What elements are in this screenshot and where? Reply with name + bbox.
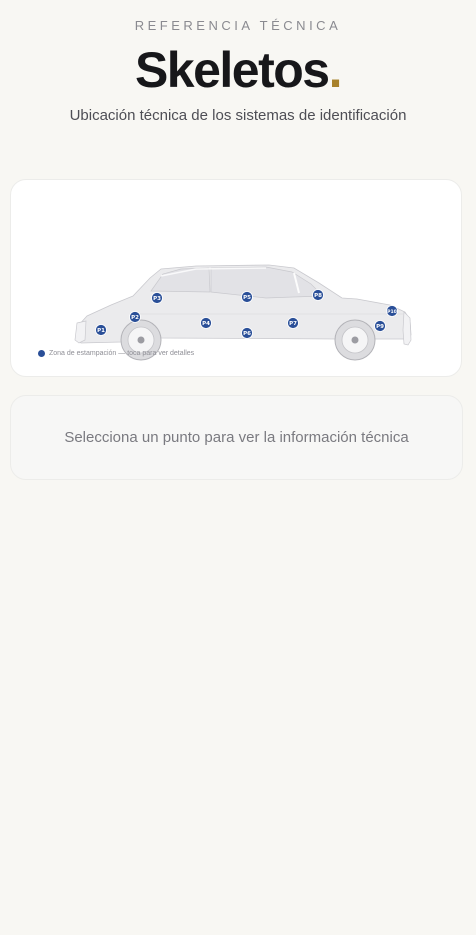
svg-text:P4: P4 — [202, 321, 210, 327]
page-subtitle: Ubicación técnica de los sistemas de ide… — [69, 107, 407, 124]
svg-text:P5: P5 — [243, 295, 251, 301]
svg-text:P2: P2 — [131, 315, 139, 321]
technical-info-panel: Selecciona un punto para ver la informac… — [10, 395, 463, 480]
point-p10[interactable]: P10 — [386, 305, 398, 317]
front-wheel — [334, 319, 376, 361]
eyebrow-label: REFERENCIA TÉCNICA — [134, 18, 342, 33]
car-front-bumper — [402, 311, 412, 346]
point-p1[interactable]: P1 — [95, 324, 107, 336]
point-p5[interactable]: P5 — [241, 291, 253, 303]
point-p3[interactable]: P3 — [151, 292, 163, 304]
car-window-front — [210, 266, 324, 299]
svg-text:P10: P10 — [387, 309, 397, 315]
legend-text: Zona de estampación — toca para ver deta… — [49, 350, 195, 357]
svg-text:P6: P6 — [243, 331, 251, 337]
brand-name: Skeletos — [134, 42, 330, 98]
car-rear-bumper — [74, 320, 87, 344]
vehicle-diagram-card: P1 P2 P3 P4 P5 P6 P7 P8 P9 P10 Zona de e… — [10, 179, 462, 377]
legend-dot-icon — [38, 350, 45, 357]
brand-title: Skeletos. — [0, 42, 476, 98]
point-p4[interactable]: P4 — [200, 317, 212, 329]
point-p7[interactable]: P7 — [287, 317, 299, 329]
page-header: REFERENCIA TÉCNICA Skeletos. Ubicación t… — [0, 0, 476, 126]
svg-text:P1: P1 — [97, 328, 105, 334]
svg-text:P9: P9 — [376, 324, 384, 330]
svg-text:P8: P8 — [314, 293, 322, 299]
point-p6[interactable]: P6 — [241, 327, 253, 339]
diagram-legend: Zona de estampación — toca para ver deta… — [38, 350, 194, 357]
point-p2[interactable]: P2 — [129, 311, 141, 323]
svg-text:P7: P7 — [289, 321, 297, 327]
point-p8[interactable]: P8 — [312, 289, 324, 301]
brand-dot: . — [328, 42, 343, 98]
car-diagram: P1 P2 P3 P4 P5 P6 P7 P8 P9 P10 — [74, 264, 412, 361]
point-p9[interactable]: P9 — [374, 320, 386, 332]
svg-text:P3: P3 — [153, 296, 161, 302]
info-placeholder-text: Selecciona un punto para ver la informac… — [64, 429, 409, 446]
